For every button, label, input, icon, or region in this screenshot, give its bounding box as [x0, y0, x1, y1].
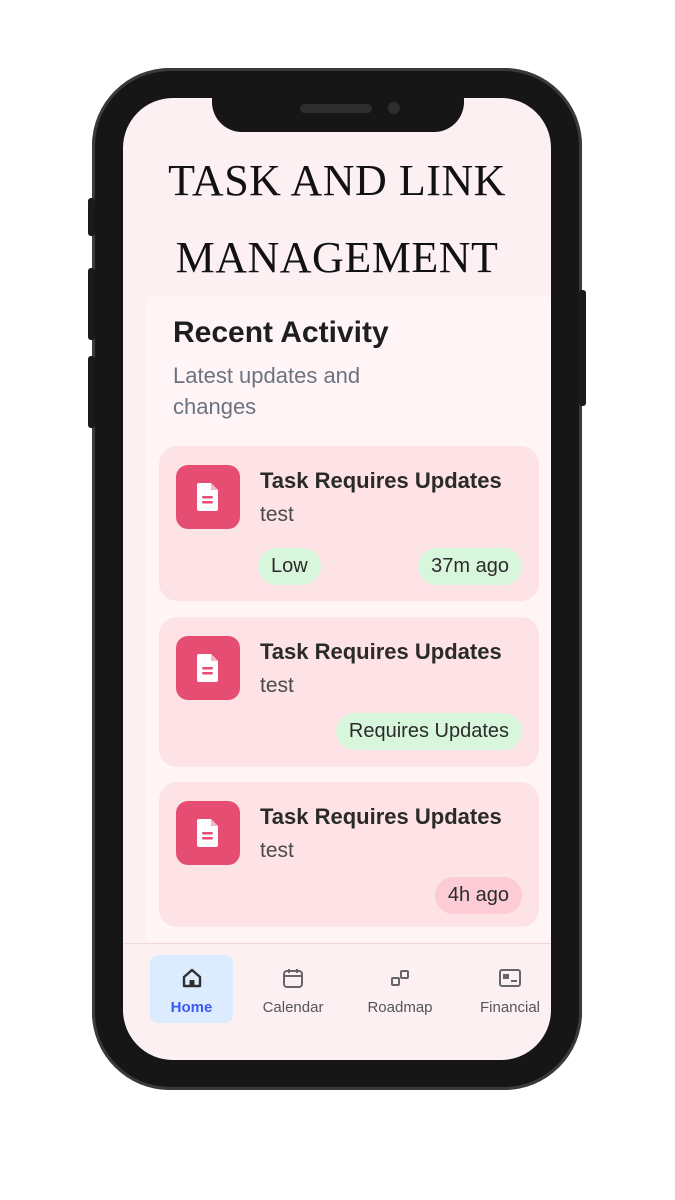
- tab-roadmap[interactable]: Roadmap: [359, 955, 441, 1023]
- app-title-line2: MANAGEMENT: [175, 233, 499, 282]
- status-badge: Requires Updates: [335, 713, 522, 750]
- section-subtitle: Latest updates and changes: [173, 363, 361, 419]
- calendar-icon: [283, 969, 303, 988]
- tab-financial-label: Financial: [479, 999, 541, 1016]
- document-icon: [176, 801, 240, 865]
- activity-card[interactable]: Task Requires Updates test Low 37m ago: [159, 446, 539, 601]
- volume-up-button: [88, 268, 95, 340]
- time-badge: 37m ago: [418, 548, 522, 585]
- activity-description: test: [260, 839, 294, 862]
- activity-title: Task Requires Updates: [260, 804, 502, 829]
- financial-icon: [499, 969, 521, 987]
- volume-down-button: [88, 356, 95, 428]
- time-badge: 4h ago: [434, 877, 522, 914]
- tab-home[interactable]: Home: [150, 955, 233, 1023]
- activity-description: test: [260, 503, 294, 526]
- power-button: [579, 290, 586, 406]
- tab-calendar-label: Calendar: [262, 999, 324, 1016]
- section-title: Recent Activity: [173, 316, 389, 349]
- front-camera: [388, 102, 400, 114]
- tab-roadmap-label: Roadmap: [367, 999, 433, 1016]
- activity-title: Task Requires Updates: [260, 639, 502, 664]
- tab-calendar[interactable]: Calendar: [253, 955, 333, 1023]
- bottom-tab-bar: Home Calendar Roadmap Financial: [123, 943, 551, 1026]
- tab-home-label: Home: [170, 999, 213, 1016]
- home-icon: [182, 968, 201, 988]
- roadmap-icon: [391, 970, 409, 986]
- activity-card[interactable]: Task Requires Updates test Requires Upda…: [159, 617, 539, 767]
- priority-badge: Low: [258, 548, 321, 585]
- tab-financial[interactable]: Financial: [469, 955, 551, 1023]
- activity-title: Task Requires Updates: [260, 468, 502, 493]
- document-icon: [176, 465, 240, 529]
- document-icon: [176, 636, 240, 700]
- notch: [212, 96, 464, 132]
- app-title-line1: TASK AND LINK: [168, 156, 506, 205]
- activity-description: test: [260, 674, 294, 697]
- activity-card[interactable]: Task Requires Updates test 4h ago: [159, 782, 539, 927]
- speaker: [300, 104, 372, 113]
- mute-switch: [88, 198, 95, 236]
